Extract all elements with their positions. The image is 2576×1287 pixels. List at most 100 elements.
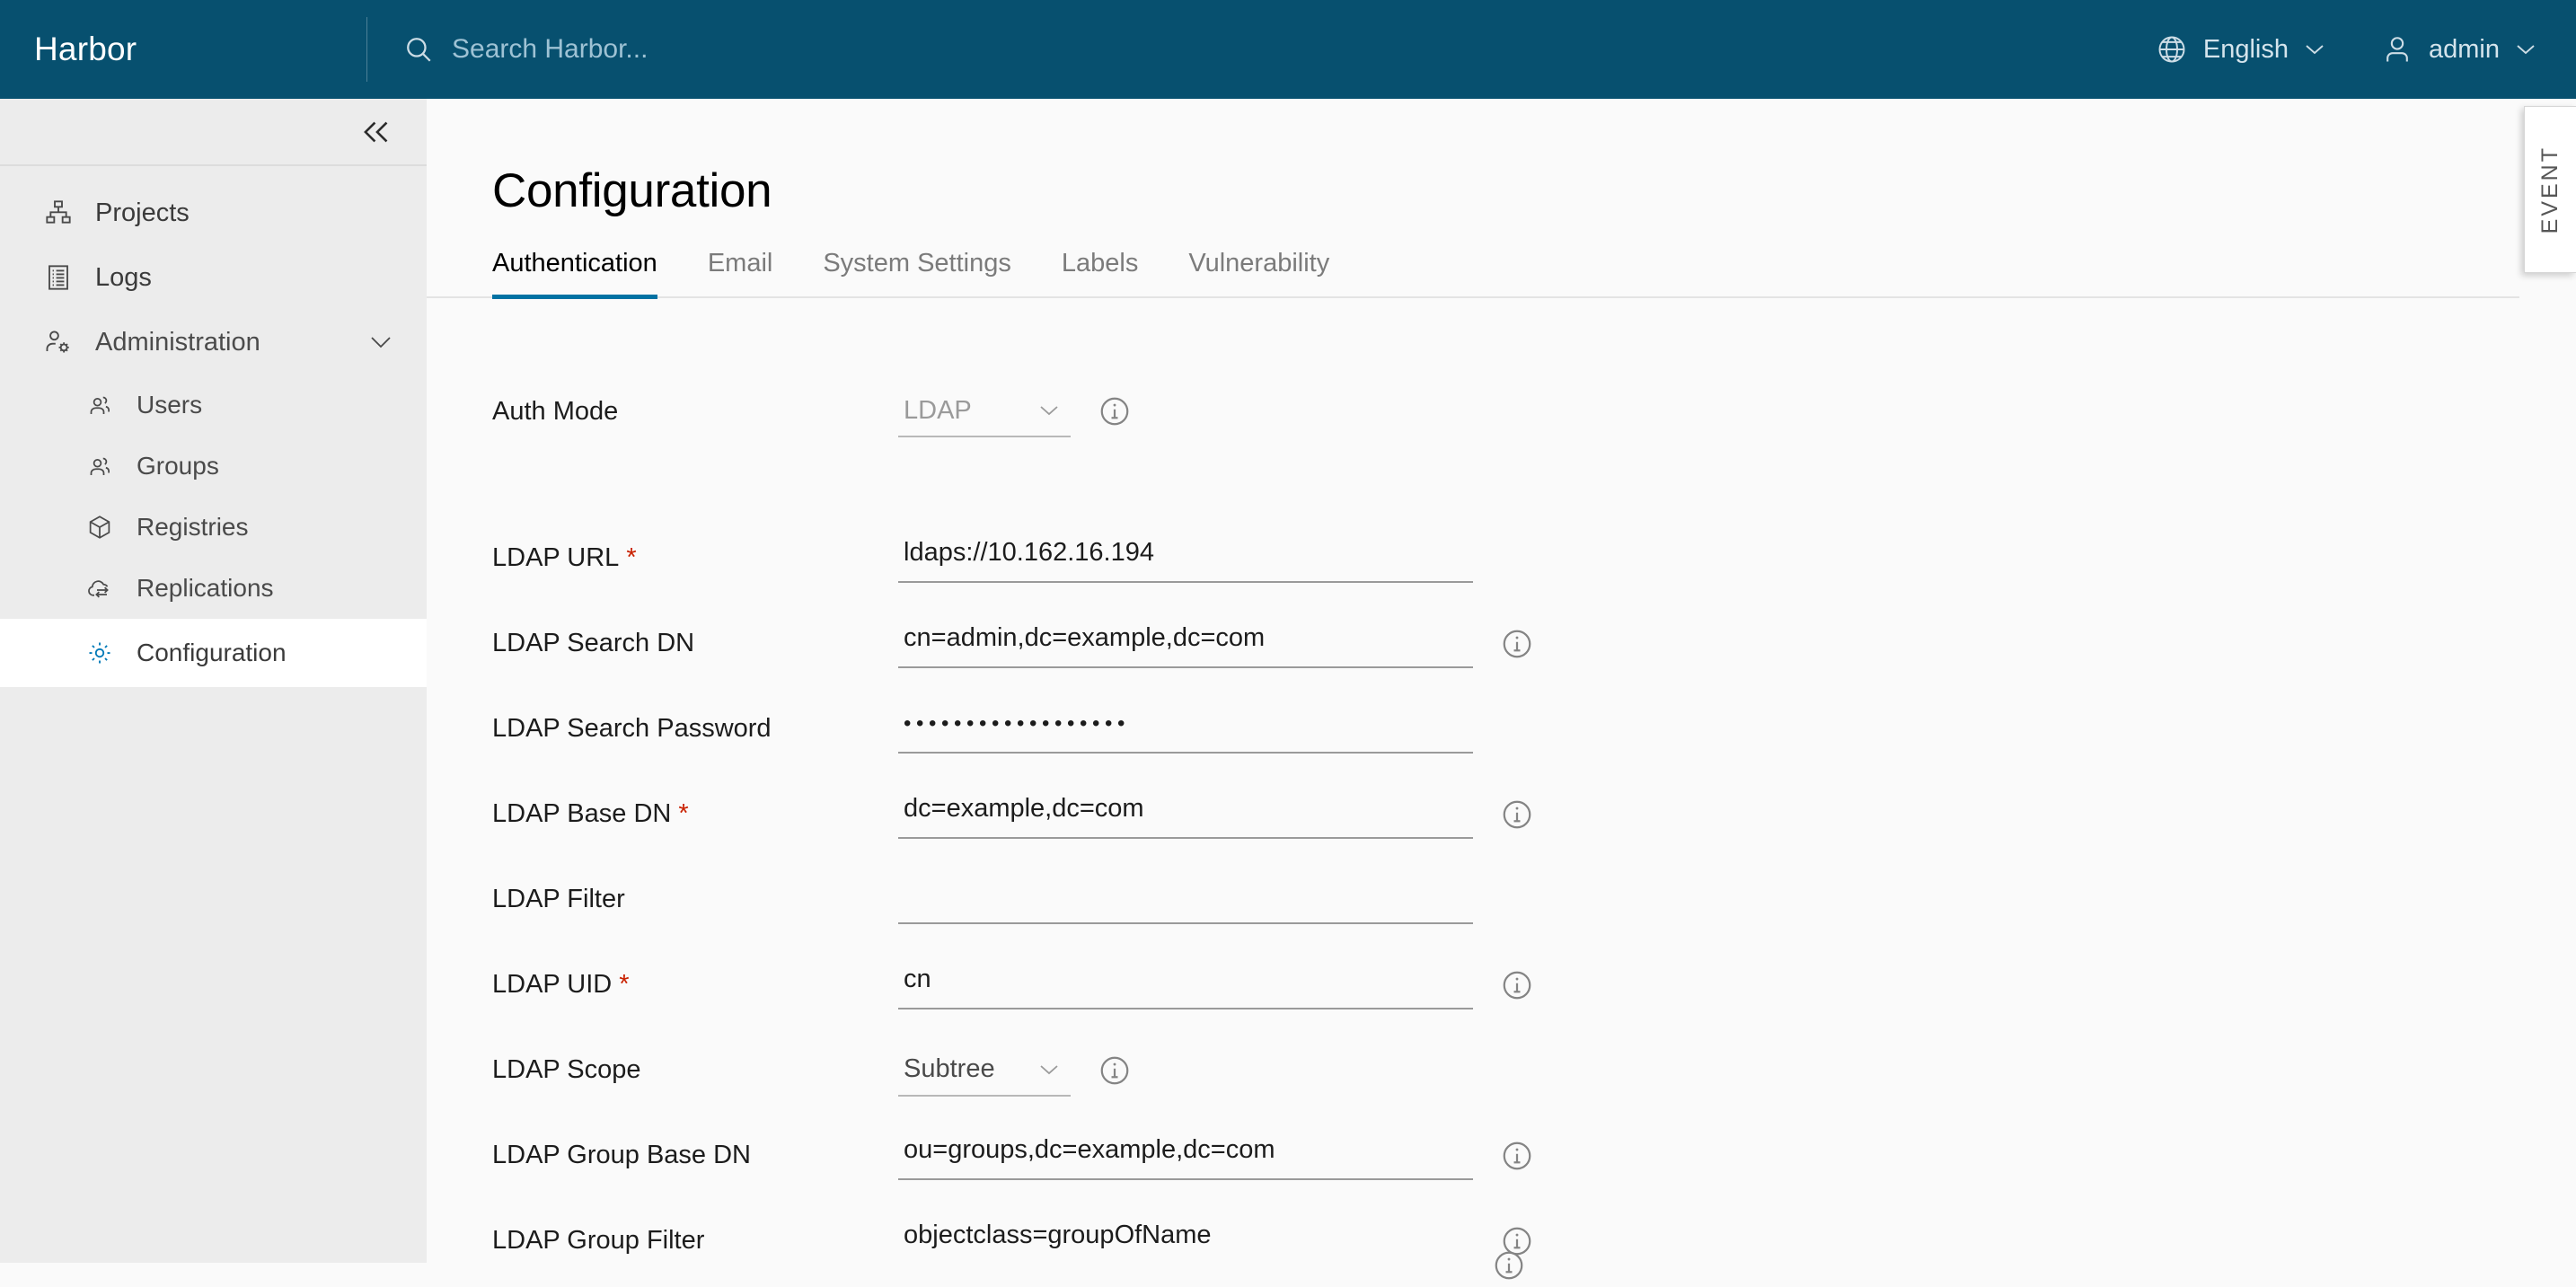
page-title: Configuration: [427, 99, 2576, 218]
ldap-group-filter-label: LDAP Group Filter: [492, 1226, 898, 1256]
ldap-search-dn-input[interactable]: [898, 616, 1473, 668]
chevron-down-icon: [2515, 42, 2536, 57]
sidebar-item-registries[interactable]: Registries: [41, 497, 427, 558]
logs-icon: [43, 262, 74, 293]
sidebar-item-administration[interactable]: Administration: [0, 310, 427, 375]
ldap-base-dn-info-icon[interactable]: [1500, 798, 1534, 832]
user-label: admin: [2429, 35, 2500, 65]
projects-icon: [43, 198, 74, 228]
sidebar-item-configuration[interactable]: Configuration: [0, 619, 427, 687]
language-selector[interactable]: English: [2156, 33, 2325, 66]
ldap-search-password-input[interactable]: [898, 701, 1473, 754]
sidebar-item-label: Administration: [95, 328, 260, 357]
sidebar-subnav: Users Groups: [0, 375, 427, 687]
globe-icon: [2156, 33, 2188, 66]
event-panel-tab[interactable]: EVENT: [2524, 106, 2576, 273]
ldap-group-base-dn-label: LDAP Group Base DN: [492, 1141, 898, 1170]
ldap-base-dn-field[interactable]: [898, 787, 1473, 842]
form-row-ldap-group-base-dn: LDAP Group Base DN: [492, 1113, 2576, 1198]
registries-icon: [84, 512, 115, 542]
ldap-uid-label: LDAP UID*: [492, 970, 898, 1000]
ldap-group-filter-field[interactable]: [898, 1213, 1473, 1264]
ldap-scope-info-icon[interactable]: [1098, 1053, 1132, 1088]
form-row-auth-mode: Auth Mode LDAP: [492, 354, 2576, 469]
sidebar-item-logs[interactable]: Logs: [0, 245, 427, 310]
tab-labels[interactable]: Labels: [1062, 249, 1138, 299]
next-row-info-icon[interactable]: [1492, 1248, 1526, 1283]
gear-icon: [84, 638, 115, 668]
sidebar-item-label: Registries: [137, 513, 248, 542]
tab-system-settings[interactable]: System Settings: [823, 249, 1011, 299]
sidebar-collapse-button[interactable]: [0, 99, 427, 166]
brand-logo[interactable]: Harbor: [0, 31, 366, 68]
event-panel-label: EVENT: [2537, 145, 2563, 234]
ldap-filter-input[interactable]: [898, 872, 1473, 924]
ldap-url-input[interactable]: [898, 531, 1473, 583]
sidebar-item-label: Projects: [95, 198, 190, 228]
ldap-url-field[interactable]: [898, 531, 1473, 586]
chevron-down-icon: [2304, 42, 2325, 57]
sidebar-item-replications[interactable]: Replications: [41, 558, 427, 619]
sidebar-item-label: Logs: [95, 263, 152, 293]
ldap-uid-field[interactable]: [898, 957, 1473, 1013]
ldap-search-dn-field[interactable]: [898, 616, 1473, 672]
ldap-uid-input[interactable]: [898, 957, 1473, 1009]
form-row-ldap-uid: LDAP UID*: [492, 942, 2576, 1027]
ldap-search-dn-info-icon[interactable]: [1500, 627, 1534, 661]
tab-email[interactable]: Email: [708, 249, 773, 299]
header-actions: English admin: [2156, 33, 2576, 66]
sidebar-item-projects[interactable]: Projects: [0, 181, 427, 245]
sidebar-nav: Projects Logs: [0, 166, 427, 687]
sidebar-item-groups[interactable]: Groups: [41, 436, 427, 497]
main-content: Configuration Authentication Email Syste…: [427, 99, 2576, 1263]
ldap-search-password-label: LDAP Search Password: [492, 714, 898, 744]
form-row-ldap-scope: LDAP Scope Subtree: [492, 1027, 2576, 1113]
ldap-search-password-field[interactable]: [898, 701, 1473, 757]
user-menu[interactable]: admin: [2381, 33, 2536, 66]
ldap-group-base-dn-input[interactable]: [898, 1128, 1473, 1180]
search-input[interactable]: [452, 34, 1081, 65]
auth-mode-info-icon[interactable]: [1098, 394, 1132, 428]
groups-icon: [84, 451, 115, 481]
ldap-group-base-dn-info-icon[interactable]: [1500, 1139, 1534, 1173]
double-chevron-left-icon: [362, 119, 393, 145]
authentication-form: Auth Mode LDAP LDAP URL*: [427, 298, 2576, 1263]
auth-mode-label: Auth Mode: [492, 397, 898, 427]
users-icon: [84, 390, 115, 420]
tab-vulnerability[interactable]: Vulnerability: [1188, 249, 1329, 299]
sidebar-item-label: Configuration: [137, 639, 287, 667]
sidebar-item-users[interactable]: Users: [41, 375, 427, 436]
form-row-ldap-search-dn: LDAP Search DN: [492, 601, 2576, 686]
ldap-group-filter-input[interactable]: [898, 1213, 1473, 1264]
ldap-url-label-text: LDAP URL: [492, 543, 619, 572]
auth-mode-value: LDAP: [898, 396, 972, 426]
replications-icon: [84, 573, 115, 604]
ldap-base-dn-input[interactable]: [898, 787, 1473, 839]
ldap-scope-select[interactable]: Subtree: [898, 1045, 1071, 1097]
required-marker: *: [619, 970, 629, 999]
form-row-ldap-url: LDAP URL*: [492, 516, 2576, 601]
language-label: English: [2203, 35, 2289, 65]
ldap-base-dn-label: LDAP Base DN*: [492, 799, 898, 829]
required-marker: *: [626, 543, 636, 572]
form-row-ldap-filter: LDAP Filter: [492, 857, 2576, 942]
form-row-ldap-group-filter: LDAP Group Filter: [492, 1198, 2576, 1263]
form-row-ldap-base-dn: LDAP Base DN*: [492, 771, 2576, 857]
sidebar: Projects Logs: [0, 99, 427, 1263]
ldap-filter-field[interactable]: [898, 872, 1473, 928]
ldap-group-base-dn-field[interactable]: [898, 1128, 1473, 1184]
ldap-search-dn-label: LDAP Search DN: [492, 629, 898, 658]
auth-mode-select[interactable]: LDAP: [898, 385, 1071, 437]
tab-bar: Authentication Email System Settings Lab…: [427, 249, 2519, 298]
chevron-down-icon[interactable]: [369, 334, 393, 350]
ldap-uid-info-icon[interactable]: [1500, 968, 1534, 1002]
tab-authentication[interactable]: Authentication: [492, 249, 657, 299]
ldap-url-label: LDAP URL*: [492, 543, 898, 573]
ldap-scope-value: Subtree: [898, 1054, 995, 1084]
form-row-ldap-search-password: LDAP Search Password: [492, 686, 2576, 771]
chevron-down-icon: [1038, 1062, 1060, 1077]
ldap-uid-label-text: LDAP UID: [492, 970, 612, 999]
ldap-base-dn-label-text: LDAP Base DN: [492, 799, 671, 828]
search-bar[interactable]: [367, 34, 2156, 65]
sidebar-item-label: Replications: [137, 574, 274, 603]
